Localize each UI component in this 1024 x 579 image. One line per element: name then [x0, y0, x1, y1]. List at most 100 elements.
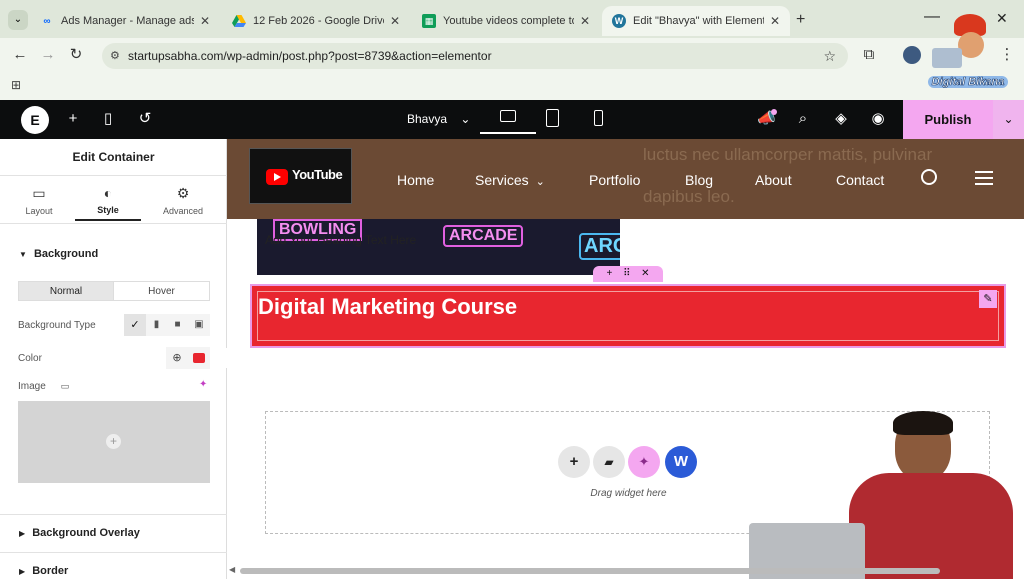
apps-grid-icon[interactable]: ⊞ — [11, 78, 21, 92]
horizontal-scrollbar[interactable] — [240, 568, 940, 574]
bookmark-star-icon[interactable]: ☆ — [823, 43, 836, 69]
close-icon[interactable]: ✕ — [580, 14, 590, 28]
neon-arcade-sign: ARCADE — [443, 225, 524, 247]
layout-icon: ▭ — [32, 185, 46, 201]
address-bar[interactable]: ⚙ startupsabha.com/wp-admin/post.php?pos… — [102, 43, 848, 69]
image-label: Image ▭ — [18, 381, 70, 392]
drag-handle-icon[interactable]: ⠿ — [623, 268, 630, 279]
presenter-shirt — [849, 473, 1013, 579]
add-icon[interactable]: + — [606, 268, 612, 279]
chevron-down-icon: ⌄ — [460, 112, 471, 126]
tab-search-dropdown[interactable]: ⌄ — [8, 10, 28, 30]
hero-image: BOWLING ARCADE ARC Add Your Heading Text… — [257, 219, 620, 275]
chevron-down-icon: ⌄ — [535, 176, 545, 188]
site-header: YouTube luctus nec ullamcorper mattis, p… — [227, 139, 1024, 219]
channel-badge-text: Digital Bikana — [928, 76, 1008, 88]
state-hover-toggle[interactable]: Hover — [113, 281, 210, 301]
style-half-circle-icon: ◐ — [103, 185, 113, 201]
page-settings-icon[interactable]: ▯ — [99, 109, 117, 129]
container-handle[interactable]: + ⠿ ✕ — [593, 266, 663, 282]
add-image-icon: + — [106, 434, 121, 449]
device-tablet-icon[interactable] — [546, 109, 559, 127]
extensions-icon[interactable]: ⧉ — [858, 45, 880, 65]
cartoon-laptop — [932, 48, 962, 68]
add-element-icon[interactable]: + — [64, 109, 82, 129]
layers-icon[interactable]: ◈ — [832, 109, 850, 129]
scroll-left-arrow[interactable]: ◀ — [229, 565, 235, 574]
drive-icon — [232, 14, 246, 28]
tabs-divider — [0, 223, 227, 224]
neon-arc-sign: ARC — [579, 233, 620, 260]
reload-button[interactable]: ↻ — [65, 45, 87, 65]
add-section-button[interactable]: + — [558, 446, 590, 478]
image-picker[interactable]: + — [18, 401, 210, 483]
background-section-toggle[interactable]: ▼ Background — [19, 248, 98, 260]
bg-type-classic-button[interactable]: ✓ — [124, 314, 146, 336]
tab-style[interactable]: ◐ Style — [78, 185, 138, 215]
search-icon[interactable] — [921, 169, 937, 185]
nav-about[interactable]: About — [755, 172, 792, 188]
tab-elementor[interactable]: W Edit "Bhavya" with Elementor ✕ — [602, 6, 790, 36]
close-icon[interactable]: ✕ — [390, 14, 400, 28]
bg-type-video-button[interactable]: ■ — [167, 314, 188, 336]
ai-sparkle-icon[interactable]: ✦ — [199, 379, 207, 390]
logo-text: YouTube — [292, 167, 343, 182]
editor-panel: Edit Container ▭ Layout ◐ Style ⚙ Advanc… — [0, 139, 227, 579]
selected-container[interactable]: Digital Marketing Course ✎ — [250, 284, 1006, 348]
publish-button[interactable]: Publish — [903, 100, 993, 139]
nav-home[interactable]: Home — [397, 172, 434, 188]
preview-canvas: YouTube luctus nec ullamcorper mattis, p… — [227, 139, 1024, 579]
background-overlay-section-toggle[interactable]: ▶ Background Overlay — [19, 527, 140, 539]
forward-button[interactable]: → — [37, 45, 59, 65]
elementor-logo-icon[interactable]: E — [21, 106, 49, 134]
ai-generate-button[interactable]: ✦ — [628, 446, 660, 478]
close-icon[interactable]: ✕ — [200, 14, 210, 28]
hero-heading-overlay[interactable]: Add Your Heading Text Here — [265, 233, 416, 247]
caret-right-icon: ▶ — [19, 567, 26, 576]
bg-type-slideshow-button[interactable]: ▣ — [188, 314, 210, 336]
nav-services[interactable]: Services ⌄ — [475, 172, 545, 188]
container-heading[interactable]: Digital Marketing Course — [258, 294, 517, 320]
elementor-topbar: E + ▯ ↺ Bhavya ⌄ 📣 ⌕ ◈ ◉ Publish ⌄ — [0, 100, 1024, 139]
wordpress-icon: W — [612, 14, 626, 28]
page-name-dropdown[interactable]: Bhavya ⌄ — [407, 112, 470, 126]
tab-google-drive[interactable]: 12 Feb 2026 - Google Drive ✕ — [222, 6, 410, 36]
nav-contact[interactable]: Contact — [836, 172, 884, 188]
device-mobile-icon[interactable] — [594, 110, 603, 126]
wordpress-kit-button[interactable]: W — [665, 446, 697, 478]
active-tab-underline — [75, 219, 141, 221]
tab-ads-manager[interactable]: ∞ Ads Manager - Manage ads - C ✕ — [30, 6, 220, 36]
publish-options-button[interactable]: ⌄ — [993, 100, 1024, 139]
site-info-icon[interactable]: ⚙ — [110, 43, 120, 69]
tab-youtube-sheet[interactable]: ▦ Youtube videos complete topic ✕ — [412, 6, 600, 36]
site-logo[interactable]: YouTube — [249, 148, 352, 204]
device-desktop-icon[interactable] — [500, 110, 516, 122]
edit-widget-icon[interactable]: ✎ — [979, 290, 997, 308]
global-colors-icon[interactable]: ⊕ — [166, 347, 188, 369]
delete-icon[interactable]: ✕ — [641, 268, 649, 279]
bg-type-gradient-button[interactable]: ▮ — [146, 314, 167, 336]
tab-layout[interactable]: ▭ Layout — [9, 185, 69, 216]
border-section-toggle[interactable]: ▶ Border — [19, 565, 68, 577]
color-swatch[interactable] — [188, 347, 210, 369]
tab-advanced[interactable]: ⚙ Advanced — [153, 185, 213, 216]
history-icon[interactable]: ↺ — [136, 109, 154, 129]
nav-portfolio[interactable]: Portfolio — [589, 172, 640, 188]
meta-icon: ∞ — [43, 15, 51, 27]
search-icon[interactable]: ⌕ — [794, 109, 812, 129]
channel-logo: Digital Bikana — [928, 14, 1008, 94]
color-label: Color — [18, 353, 42, 364]
new-tab-button[interactable]: + — [796, 11, 805, 29]
bookmarks-bar: ⊞ — [0, 72, 1024, 100]
back-button[interactable]: ← — [9, 45, 31, 65]
profile-avatar[interactable] — [903, 46, 921, 64]
close-icon[interactable]: ✕ — [770, 14, 780, 28]
caret-down-icon: ▼ — [19, 250, 27, 259]
presenter-webcam — [749, 401, 1024, 579]
state-normal-toggle[interactable]: Normal — [18, 281, 114, 301]
hamburger-menu-icon[interactable] — [975, 171, 993, 185]
template-library-button[interactable]: ▰ — [593, 446, 625, 478]
gear-icon: ⚙ — [176, 185, 190, 201]
nav-blog[interactable]: Blog — [685, 172, 713, 188]
preview-eye-icon[interactable]: ◉ — [869, 109, 887, 129]
